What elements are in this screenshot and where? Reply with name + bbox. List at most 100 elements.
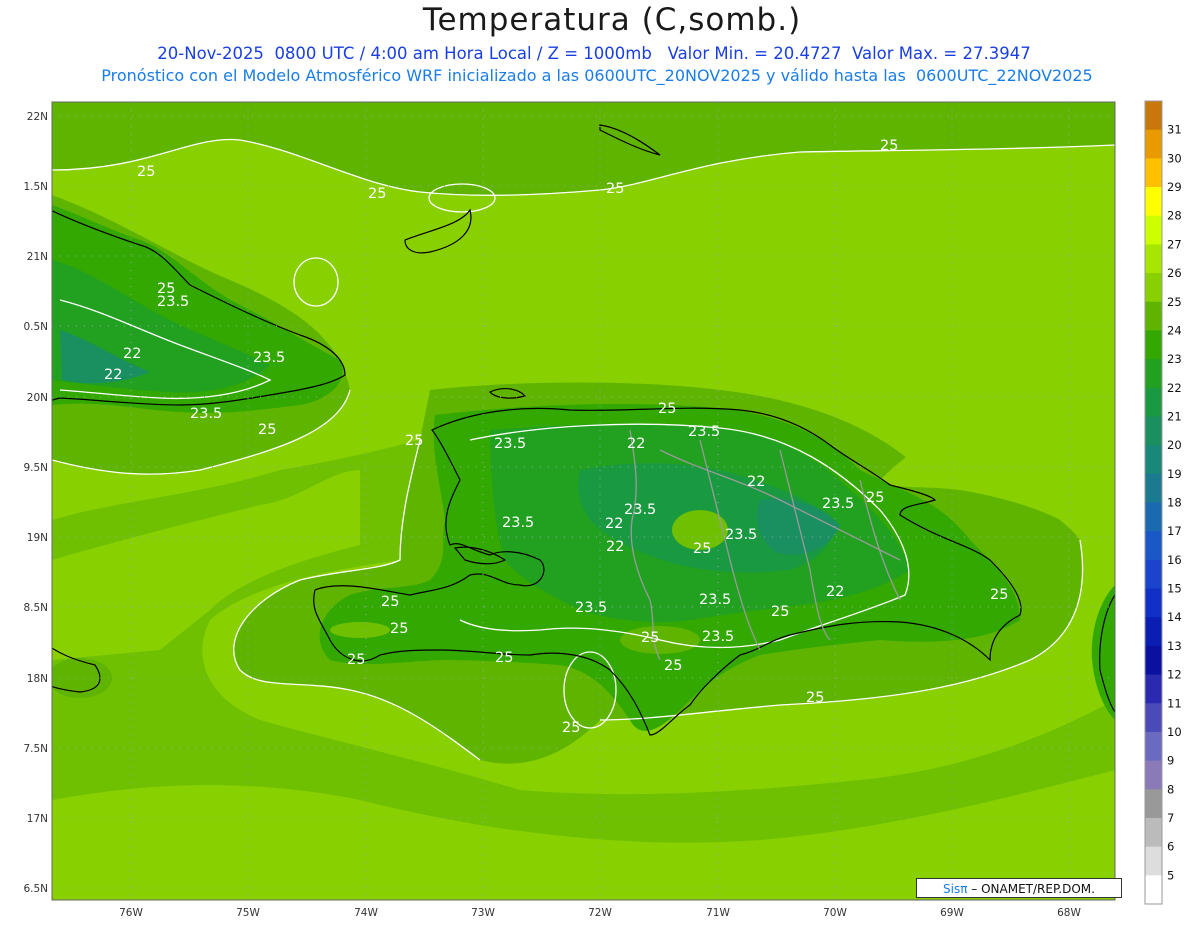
contour-label: 25 <box>347 652 365 668</box>
colorbar: 31 30 29 28 27 26 25 24 23 22 21 20 19 18 17 16 15 14 13 12… <box>1144 100 1182 905</box>
colorbar-swatch <box>1145 875 1162 905</box>
contour-label: 23.5 <box>253 350 285 366</box>
lat-tick: 8.5N <box>23 602 48 614</box>
colorbar-label: 8 <box>1167 782 1174 796</box>
colorbar-label: 6 <box>1167 840 1174 854</box>
contour-label: 25 <box>137 164 155 180</box>
colorbar-swatch <box>1145 273 1162 303</box>
lat-tick: 19N <box>27 532 48 544</box>
lat-tick: 9.5N <box>23 462 48 474</box>
colorbar-swatch <box>1145 846 1162 876</box>
colorbar-swatch <box>1145 187 1162 217</box>
colorbar-label: 19 <box>1167 467 1182 481</box>
contour-label: 22 <box>123 346 141 362</box>
colorbar-swatch <box>1145 760 1162 790</box>
warm-spot-southwest <box>330 622 390 638</box>
contour-label: 23.5 <box>699 592 731 608</box>
contour-label: 25 <box>390 621 408 637</box>
lon-tick: 68W <box>1057 907 1081 919</box>
contour-label: 25 <box>562 720 580 736</box>
colorbar-label: 12 <box>1167 668 1182 682</box>
colorbar-label: 20 <box>1167 438 1182 452</box>
colorbar-swatch <box>1145 674 1162 704</box>
contour-label: 23.5 <box>494 436 526 452</box>
colorbar-swatch <box>1145 559 1162 590</box>
contour-label: 22 <box>606 539 624 555</box>
contour-label: 25 <box>381 594 399 610</box>
contour-label: 25 <box>990 587 1008 603</box>
colorbar-swatch <box>1145 789 1162 819</box>
lat-tick: 6.5N <box>23 883 48 895</box>
contour-label: 25 <box>641 630 659 646</box>
colorbar-label: 30 <box>1167 151 1182 165</box>
colorbar-label: 31 <box>1167 123 1182 137</box>
colorbar-label: 27 <box>1167 237 1182 251</box>
colorbar-label: 7 <box>1167 811 1174 825</box>
lon-tick: 74W <box>354 907 378 919</box>
brand-logo: Sisπ <box>943 882 968 896</box>
colorbar-swatch <box>1145 531 1162 561</box>
colorbar-swatch <box>1145 617 1162 647</box>
lat-tick: 17N <box>27 813 48 825</box>
colorbar-label: 9 <box>1167 754 1174 768</box>
contour-label: 25 <box>693 541 711 557</box>
colorbar-swatch <box>1145 416 1162 446</box>
colorbar-label: 11 <box>1167 696 1182 710</box>
lon-axis: 76W 75W 74W 73W 72W 71W 70W 69W 68W <box>119 907 1081 919</box>
colorbar-swatch <box>1145 330 1162 360</box>
lat-axis: 22N 1.5N 21N 0.5N 20N 9.5N 19N 8.5N 18N … <box>23 111 48 895</box>
contour-label: 23.5 <box>688 424 720 440</box>
colorbar-swatch <box>1145 129 1162 159</box>
contour-label: 23.5 <box>702 629 734 645</box>
colorbar-label: 5 <box>1167 868 1174 882</box>
colorbar-swatch <box>1145 445 1162 475</box>
contour-label: 23.5 <box>725 527 757 543</box>
colorbar-swatch <box>1145 387 1162 417</box>
contour-label: 23.5 <box>575 600 607 616</box>
contour-label: 22 <box>627 436 645 452</box>
temperature-map: 22N 1.5N 21N 0.5N 20N 9.5N 19N 8.5N 18N … <box>23 100 1182 919</box>
colorbar-label: 26 <box>1167 266 1182 280</box>
lat-tick: 7.5N <box>23 743 48 755</box>
lon-tick: 72W <box>588 907 612 919</box>
colorbar-swatch <box>1145 588 1162 618</box>
contour-label: 22 <box>826 584 844 600</box>
colorbar-label: 24 <box>1167 323 1182 337</box>
contour-label: 25 <box>368 186 386 202</box>
contour-label: 25 <box>405 433 423 449</box>
colorbar-label: 15 <box>1167 582 1182 596</box>
contour-label: 23.5 <box>624 502 656 518</box>
colorbar-label: 16 <box>1167 553 1182 567</box>
colorbar-label: 23 <box>1167 352 1182 366</box>
credit-org: – ONAMET/REP.DOM. <box>967 882 1095 896</box>
contour-label: 25 <box>606 181 624 197</box>
contour-label: 22 <box>605 516 623 532</box>
colorbar-label: 18 <box>1167 496 1182 510</box>
colorbar-label: 13 <box>1167 639 1182 653</box>
lon-tick: 70W <box>823 907 847 919</box>
lat-tick: 18N <box>27 673 48 685</box>
colorbar-swatch <box>1145 817 1162 848</box>
lat-tick: 22N <box>27 111 48 123</box>
warm-blob-east <box>742 266 878 378</box>
lon-tick: 75W <box>236 907 260 919</box>
lon-tick: 69W <box>940 907 964 919</box>
lat-tick: 20N <box>27 392 48 404</box>
colorbar-label: 17 <box>1167 524 1182 538</box>
contour-label: 25 <box>806 690 824 706</box>
lon-tick: 73W <box>471 907 495 919</box>
contour-label: 25 <box>664 658 682 674</box>
colorbar-label: 10 <box>1167 725 1182 739</box>
contour-label: 23.5 <box>822 496 854 512</box>
colorbar-swatch <box>1145 703 1162 733</box>
lon-tick: 76W <box>119 907 143 919</box>
colorbar-label: 28 <box>1167 209 1182 223</box>
contour-label: 22 <box>104 367 122 383</box>
credit-box: Sisπ – ONAMET/REP.DOM. <box>916 878 1122 898</box>
colorbar-swatch <box>1145 101 1162 131</box>
colorbar-swatch <box>1145 215 1162 245</box>
colorbar-label: 29 <box>1167 180 1182 194</box>
colorbar-swatch <box>1145 731 1162 762</box>
colorbar-swatch <box>1145 473 1162 503</box>
colorbar-swatch <box>1145 301 1162 331</box>
